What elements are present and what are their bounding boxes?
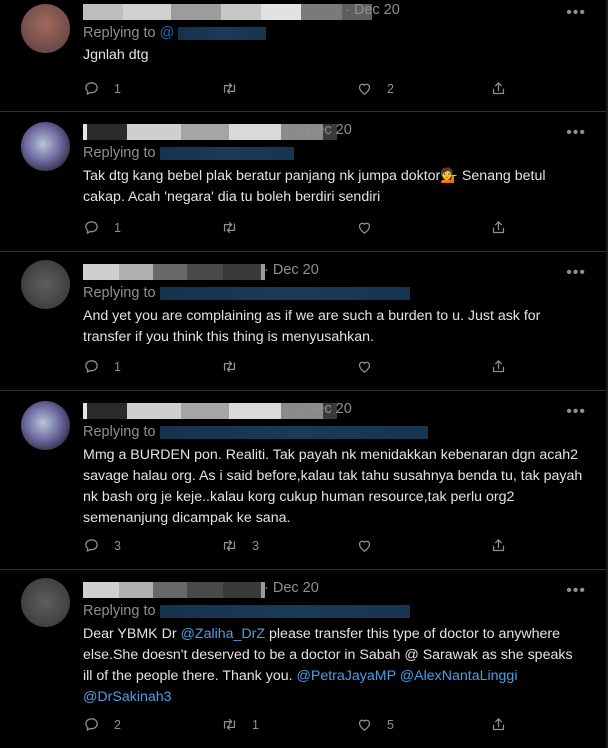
share-button[interactable] (490, 219, 507, 236)
replying-mention[interactable]: @ (160, 25, 175, 41)
reply-count: 1 (114, 220, 121, 235)
replying-label: Replying to (83, 603, 156, 619)
tweet-date[interactable]: · Dec 20 (264, 580, 319, 596)
like-count: 2 (387, 81, 394, 96)
share-button[interactable] (490, 716, 507, 733)
replying-to: Replying to (83, 285, 410, 301)
replying-to: Replying to (83, 424, 428, 440)
like-button[interactable] (356, 219, 387, 236)
like-button[interactable] (356, 358, 387, 375)
reply-icon (83, 716, 100, 733)
tweet-3[interactable]: · Dec 20 ••• Replying to And yet you are… (0, 252, 606, 391)
avatar[interactable] (21, 122, 70, 171)
tweet-4[interactable]: · Dec 20 ••• Replying to Mmg a BURDEN po… (0, 391, 606, 570)
share-icon (490, 537, 507, 554)
tweet-text: Dear YBMK Dr @Zaliha_DrZ please transfer… (83, 624, 583, 708)
tweet-date[interactable]: · Dec 20 (297, 401, 352, 417)
mention-link[interactable]: @Zaliha_DrZ (181, 626, 266, 642)
share-button[interactable] (490, 537, 507, 554)
share-icon (490, 219, 507, 236)
reply-icon (83, 358, 100, 375)
retweet-button[interactable] (221, 219, 252, 236)
retweet-count: 3 (252, 538, 259, 553)
more-icon[interactable]: ••• (566, 582, 586, 600)
mention-link[interactable]: @AlexNantaLinggi (400, 668, 518, 684)
heart-icon (356, 358, 373, 375)
reply-button[interactable]: 2 (83, 716, 121, 733)
retweet-button[interactable]: 3 (221, 537, 259, 554)
mention-link[interactable]: @PetraJayaMP (296, 668, 395, 684)
tweet-5[interactable]: · Dec 20 ••• Replying to Dear YBMK Dr @Z… (0, 570, 606, 748)
tweet-date[interactable]: · Dec 20 (345, 2, 400, 18)
replying-redacted[interactable] (159, 146, 294, 160)
reply-icon (83, 537, 100, 554)
retweet-icon (221, 716, 238, 733)
more-icon[interactable]: ••• (566, 124, 586, 142)
tweet-text: Jgnlah dtg (83, 47, 149, 63)
retweet-icon (221, 219, 238, 236)
reply-button[interactable]: 1 (83, 358, 121, 375)
heart-icon (356, 537, 373, 554)
share-icon (490, 80, 507, 97)
replying-label: Replying to (83, 285, 156, 301)
tweet-text: And yet you are complaining as if we are… (83, 308, 541, 345)
retweet-icon (221, 358, 238, 375)
replying-label: Replying to (83, 424, 156, 440)
replying-to: Replying to (83, 603, 410, 619)
replying-label: Replying to (83, 145, 156, 161)
like-button[interactable]: 5 (356, 716, 394, 733)
retweet-button[interactable] (221, 358, 252, 375)
avatar[interactable] (21, 401, 70, 450)
heart-icon (356, 219, 373, 236)
more-icon[interactable]: ••• (566, 403, 586, 421)
tweet-text: Mmg a BURDEN pon. Realiti. Tak payah nk … (83, 447, 583, 526)
tweet-1[interactable]: · Dec 20 ••• Replying to @ Jgnlah dtg 1 … (0, 0, 606, 112)
like-button[interactable]: 2 (356, 80, 394, 97)
reply-button[interactable]: 1 (83, 80, 121, 97)
reply-count: 2 (114, 717, 121, 732)
reply-icon (83, 219, 100, 236)
reply-button[interactable]: 3 (83, 537, 121, 554)
reply-count: 3 (114, 538, 121, 553)
share-icon (490, 358, 507, 375)
retweet-count: 1 (252, 717, 259, 732)
replying-redacted[interactable] (159, 286, 410, 300)
retweet-button[interactable]: 1 (221, 716, 259, 733)
like-count: 5 (387, 717, 394, 732)
reply-button[interactable]: 1 (83, 219, 121, 236)
like-button[interactable] (356, 537, 387, 554)
author-name-redacted[interactable] (83, 582, 265, 598)
heart-icon (356, 80, 373, 97)
reply-count: 1 (114, 359, 121, 374)
replying-redacted[interactable] (159, 604, 410, 618)
retweet-icon (221, 537, 238, 554)
retweet-icon (221, 80, 238, 97)
mention-link[interactable]: @DrSakinah3 (83, 689, 172, 705)
tweet-text: Tak dtg kang bebel plak beratur panjang … (83, 168, 546, 205)
retweet-button[interactable] (221, 80, 252, 97)
share-button[interactable] (490, 358, 507, 375)
avatar[interactable] (21, 578, 70, 627)
heart-icon (356, 716, 373, 733)
more-icon[interactable]: ••• (566, 4, 586, 22)
share-icon (490, 716, 507, 733)
more-icon[interactable]: ••• (566, 264, 586, 282)
tweet-text-part: Dear YBMK Dr (83, 626, 181, 642)
replying-redacted (178, 26, 267, 40)
tweet-date[interactable]: · Dec 20 (264, 262, 319, 278)
tweet-date[interactable]: · Dec 20 (297, 122, 352, 138)
author-name-redacted[interactable] (83, 264, 265, 280)
author-name-redacted[interactable] (83, 4, 372, 20)
replying-label: Replying to (83, 25, 156, 41)
avatar[interactable] (21, 4, 70, 53)
replying-to: Replying to (83, 145, 294, 161)
tweet-2[interactable]: · Dec 20 ••• Replying to Tak dtg kang be… (0, 112, 606, 252)
replying-redacted[interactable] (159, 425, 428, 439)
reply-icon (83, 80, 100, 97)
reply-count: 1 (114, 81, 121, 96)
share-button[interactable] (490, 80, 507, 97)
replying-to: Replying to @ (83, 25, 267, 41)
avatar[interactable] (21, 260, 70, 309)
